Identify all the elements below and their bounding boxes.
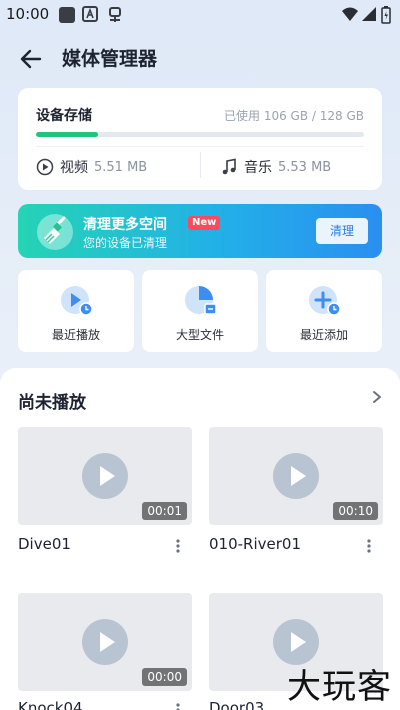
video-name[interactable]: Dive01: [18, 535, 71, 553]
play-circle-icon: [36, 158, 54, 176]
video-name[interactable]: Door03: [209, 699, 264, 710]
divider: [36, 146, 364, 147]
storage-progress-bar: [36, 132, 364, 137]
music-note-icon: [222, 158, 236, 175]
clean-button[interactable]: 清理: [316, 218, 368, 244]
a-badge-icon: [82, 6, 98, 22]
duration-badge: 00:01: [142, 502, 187, 520]
quick-action-label: 最近添加: [299, 328, 348, 342]
video-thumbnail[interactable]: 00:00: [18, 593, 192, 691]
storage-title: 设备存储: [36, 108, 92, 124]
music-stat-label: 音乐: [244, 160, 272, 176]
recent-add-icon: [309, 286, 341, 316]
video-stat[interactable]: 视频 5.51 MB: [36, 156, 147, 178]
quick-action-recent-add[interactable]: 最近添加: [266, 270, 382, 352]
more-vertical-icon[interactable]: [172, 538, 184, 554]
clean-banner[interactable]: 清理更多空间 New 您的设备已清理 清理: [18, 204, 382, 258]
header: 媒体管理器: [0, 30, 400, 86]
video-stat-label: 视频: [60, 160, 88, 176]
play-icon: [82, 619, 128, 665]
duration-badge: 00:00: [142, 668, 187, 686]
divider: [200, 152, 201, 178]
storage-used-text: 已使用 106 GB / 128 GB: [224, 109, 364, 123]
bug-icon: [109, 7, 121, 22]
duration-badge: 00:10: [333, 502, 378, 520]
video-name[interactable]: Knock04: [18, 699, 83, 710]
clean-title: 清理更多空间: [83, 217, 167, 233]
status-bar: 10:00: [0, 0, 400, 30]
quick-action-recent-play[interactable]: 最近播放: [18, 270, 134, 352]
new-badge: New: [188, 216, 221, 230]
watermark: 大玩客: [287, 667, 392, 707]
video-thumbnail[interactable]: 00:01: [18, 427, 192, 525]
page-title: 媒体管理器: [62, 48, 158, 70]
video-stat-size: 5.51 MB: [94, 159, 148, 175]
more-vertical-icon[interactable]: [172, 702, 184, 710]
recent-play-icon: [61, 286, 93, 316]
video-thumbnail[interactable]: 00:10: [209, 427, 383, 525]
broom-icon: [37, 214, 73, 250]
play-icon: [273, 453, 319, 499]
quick-action-large-files[interactable]: 大型文件: [142, 270, 258, 352]
status-time: 10:00: [6, 5, 50, 23]
signal-icon: [362, 7, 376, 21]
quick-action-label: 最近播放: [51, 328, 100, 342]
music-stat[interactable]: 音乐 5.53 MB: [220, 156, 331, 178]
quick-action-label: 大型文件: [175, 328, 224, 342]
battery-icon: [381, 6, 391, 24]
section-title: 尚未播放: [18, 393, 86, 413]
clean-subtitle: 您的设备已清理: [83, 236, 168, 250]
more-vertical-icon[interactable]: [363, 538, 375, 554]
square-app-icon: [59, 7, 75, 23]
video-name[interactable]: 010-River01: [209, 535, 301, 553]
large-file-icon: [185, 286, 217, 315]
music-stat-size: 5.53 MB: [278, 159, 332, 175]
play-icon: [82, 453, 128, 499]
wifi-icon: [342, 7, 358, 21]
storage-card[interactable]: 设备存储 已使用 106 GB / 128 GB 视频 5.51 MB 音乐 5…: [18, 88, 382, 190]
chevron-right-icon[interactable]: [370, 390, 384, 404]
storage-progress-fill: [36, 132, 99, 137]
back-arrow-icon[interactable]: [18, 46, 44, 72]
